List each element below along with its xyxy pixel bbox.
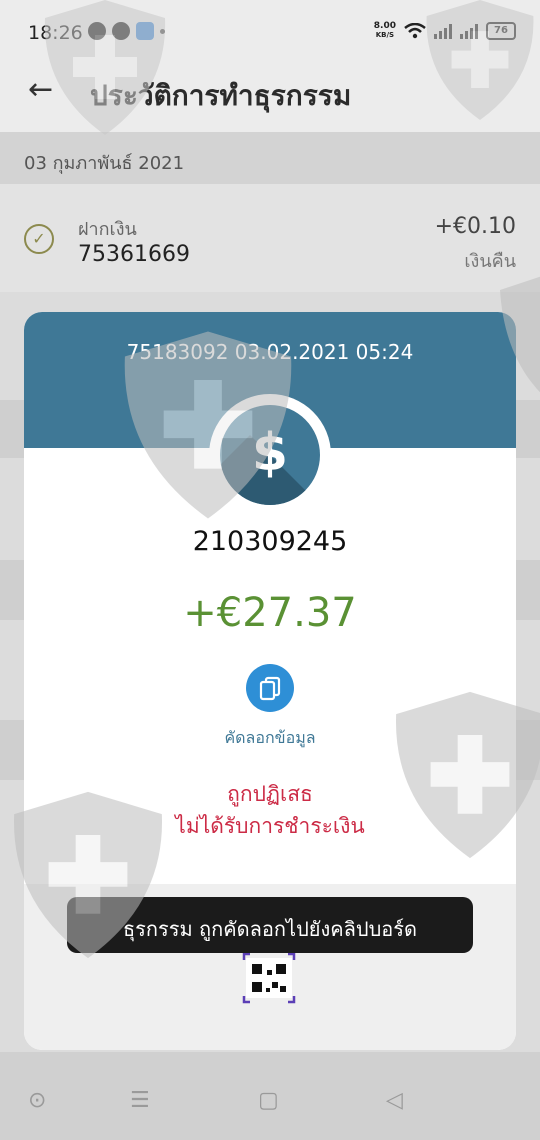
transaction-type: ฝากเงิน	[78, 219, 137, 240]
watermark-shield-icon	[396, 691, 540, 859]
transaction-amount-large: +€27.37	[183, 590, 357, 636]
copy-button[interactable]	[246, 664, 294, 712]
watermark-shield-icon	[426, 0, 534, 120]
watermark-shield-icon	[124, 331, 292, 519]
watermark-shield-icon	[13, 791, 163, 959]
transaction-amount: +€0.10	[434, 214, 516, 239]
network-speed: 8.00 KB/S	[373, 21, 396, 40]
home-square-icon[interactable]: ▢	[258, 1088, 279, 1113]
date-label: 03 กุมภาพันธ์ 2021	[24, 153, 185, 174]
qr-code-icon[interactable]	[242, 952, 296, 1004]
watermark-shield-icon	[44, 0, 166, 135]
list-item[interactable]: ✓ ฝากเงิน 75361669 +€0.10 เงินคืน	[0, 184, 540, 292]
assistant-icon[interactable]: ⊙	[28, 1088, 46, 1113]
back-triangle-icon[interactable]: ◁	[386, 1088, 403, 1113]
transaction-id: 75361669	[78, 242, 190, 267]
system-nav-bar: ⊙ ☰ ▢ ◁	[0, 1052, 540, 1140]
check-icon: ✓	[24, 224, 54, 254]
receipt-number: 210309245	[192, 526, 348, 557]
copy-icon	[259, 676, 281, 701]
date-header: 03 กุมภาพันธ์ 2021	[0, 132, 540, 184]
watermark-shield-icon	[500, 276, 540, 393]
screen: 18:26 8.00 KB/S 76 ← ประวัติการทำธุรกรรม	[0, 0, 540, 1140]
menu-icon[interactable]: ☰	[130, 1088, 150, 1113]
